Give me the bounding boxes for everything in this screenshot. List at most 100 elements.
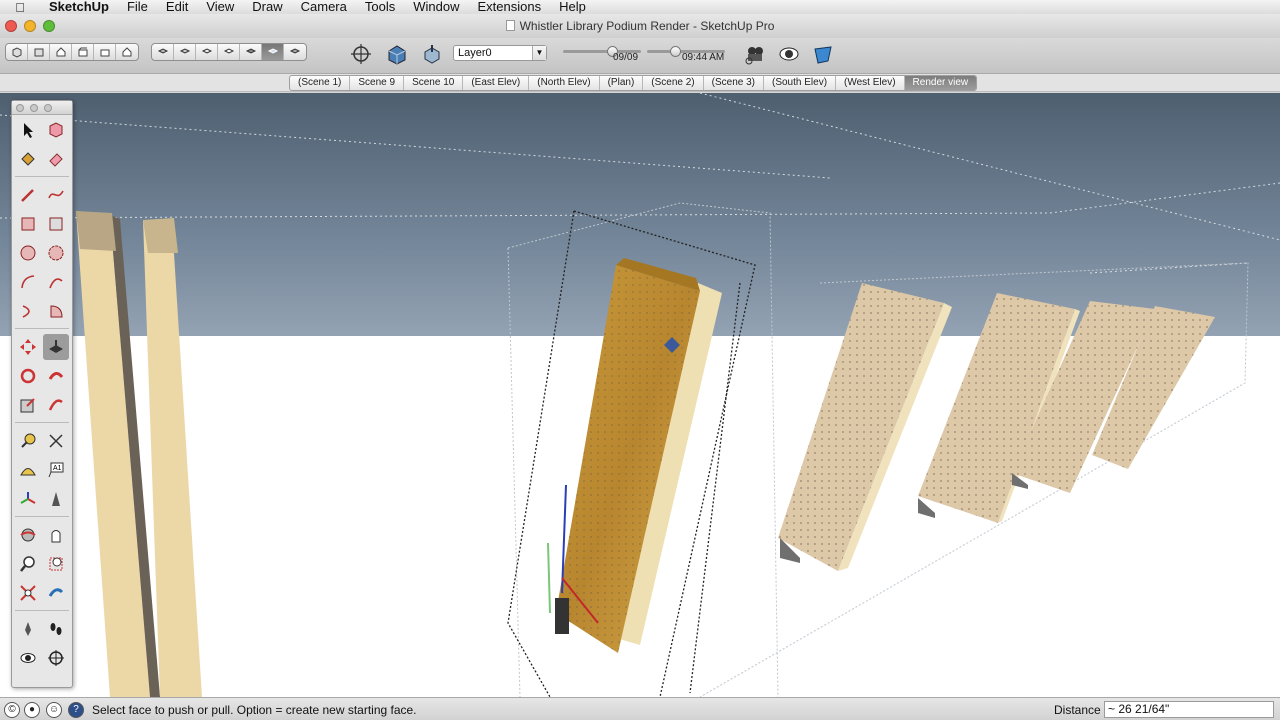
xray-style-button[interactable] <box>152 44 174 60</box>
menu-file[interactable]: File <box>118 0 157 14</box>
monochrome-style-button[interactable] <box>284 44 306 60</box>
pan-icon[interactable] <box>43 522 69 548</box>
tape-measure-icon[interactable] <box>15 428 41 454</box>
axes-icon[interactable] <box>15 486 41 512</box>
scene-tab[interactable]: (Scene 1) <box>290 76 351 90</box>
3d-text-icon[interactable] <box>43 486 69 512</box>
credits-icon[interactable]: ● <box>24 702 40 718</box>
eraser-icon[interactable] <box>43 146 69 172</box>
push-pull-icon[interactable] <box>43 333 69 360</box>
menu-tools[interactable]: Tools <box>356 0 404 14</box>
menu-help[interactable]: Help <box>550 0 595 14</box>
zoom-icon[interactable] <box>15 551 41 577</box>
look-around-icon[interactable] <box>15 645 41 671</box>
menu-camera[interactable]: Camera <box>292 0 356 14</box>
time-slider-knob[interactable] <box>670 46 681 57</box>
top-view-button[interactable] <box>28 44 50 60</box>
podium-panels <box>778 283 1215 571</box>
walk-icon[interactable] <box>43 616 69 642</box>
previous-view-icon[interactable] <box>43 580 69 606</box>
rotate-icon[interactable] <box>15 363 41 389</box>
menu-bar:  SketchUp File Edit View Draw Camera To… <box>0 0 1280 14</box>
arc-icon[interactable] <box>15 269 41 295</box>
3d-warehouse-icon[interactable] <box>385 42 409 66</box>
zoom-window-icon[interactable] <box>43 551 69 577</box>
palette-close-button[interactable] <box>16 104 24 112</box>
scale-icon[interactable] <box>15 392 41 418</box>
menu-edit[interactable]: Edit <box>157 0 197 14</box>
palette-tools: A1 <box>12 115 72 672</box>
dimension-icon[interactable] <box>43 428 69 454</box>
freehand-icon[interactable] <box>43 182 69 208</box>
palette-header <box>12 101 72 115</box>
scene-tab[interactable]: (North Elev) <box>529 76 600 90</box>
scene-tab[interactable]: (Scene 3) <box>704 76 764 90</box>
pie-icon[interactable] <box>43 298 69 324</box>
geo-location-icon[interactable]: © <box>4 702 20 718</box>
apple-menu-icon[interactable]:  <box>0 0 40 14</box>
pencil-line-icon[interactable] <box>15 182 41 208</box>
user-icon[interactable]: ☺ <box>46 702 62 718</box>
document-icon <box>505 20 515 31</box>
position-camera-icon[interactable] <box>15 616 41 642</box>
share-model-icon[interactable] <box>420 42 444 66</box>
measurement-input[interactable]: ~ 26 21/64" <box>1104 701 1274 718</box>
scene-tab[interactable]: (Plan) <box>600 76 644 90</box>
menu-extensions[interactable]: Extensions <box>468 0 550 14</box>
scene-tab[interactable]: (Scene 2) <box>643 76 704 90</box>
tool-palette: A1 <box>11 100 73 688</box>
offset-icon[interactable] <box>43 392 69 418</box>
menu-view[interactable]: View <box>197 0 243 14</box>
menu-window[interactable]: Window <box>404 0 468 14</box>
back-edges-style-button[interactable] <box>174 44 196 60</box>
two-point-arc-icon[interactable] <box>43 269 69 295</box>
model-viewport[interactable] <box>0 93 1280 697</box>
menu-sketchup[interactable]: SketchUp <box>40 0 118 14</box>
select-tool-icon[interactable] <box>15 117 41 143</box>
iso-view-button[interactable] <box>6 44 28 60</box>
shaded-style-button[interactable] <box>240 44 262 60</box>
circle-icon[interactable] <box>15 240 41 266</box>
polygon-icon[interactable] <box>43 240 69 266</box>
orbit-icon[interactable] <box>15 522 41 548</box>
scene-tabs: (Scene 1) Scene 9 Scene 10 (East Elev) (… <box>289 75 978 91</box>
shadow-date-value: 09/09 <box>613 52 639 63</box>
shaded-textures-style-button[interactable] <box>262 44 284 60</box>
protractor-icon[interactable] <box>15 457 41 483</box>
paint-bucket-icon[interactable] <box>15 146 41 172</box>
rotated-rectangle-icon[interactable] <box>43 211 69 237</box>
scene-tab[interactable]: (South Elev) <box>764 76 837 90</box>
scene-tab-active[interactable]: Render view <box>904 76 977 90</box>
left-view-button[interactable] <box>116 44 138 60</box>
follow-me-icon[interactable] <box>43 363 69 389</box>
views-toolbar-group <box>5 43 139 61</box>
wireframe-style-button[interactable] <box>196 44 218 60</box>
help-icon[interactable]: ? <box>68 702 84 718</box>
section-plane-icon[interactable] <box>43 645 69 671</box>
zoom-extents-icon[interactable] <box>15 580 41 606</box>
menu-draw[interactable]: Draw <box>243 0 291 14</box>
front-view-button[interactable] <box>50 44 72 60</box>
hidden-line-style-button[interactable] <box>218 44 240 60</box>
layer-select[interactable]: Layer0 ▼ <box>453 45 547 61</box>
rectangle-icon[interactable] <box>15 211 41 237</box>
component-tool-icon[interactable] <box>43 117 69 143</box>
text-icon[interactable]: A1 <box>43 457 69 483</box>
palette-minimize-button[interactable] <box>30 104 38 112</box>
move-icon[interactable] <box>15 334 41 360</box>
scene-tab[interactable]: (East Elev) <box>463 76 530 90</box>
scene-tab[interactable]: Scene 10 <box>404 76 464 90</box>
three-point-arc-icon[interactable] <box>15 298 41 324</box>
window-title-bar: Whistler Library Podium Render - SketchU… <box>0 14 1280 38</box>
eye-view-icon[interactable] <box>777 42 801 66</box>
target-crosshair-icon[interactable] <box>349 42 373 66</box>
scene-tab[interactable]: (West Elev) <box>836 76 905 90</box>
camera-scenes-icon[interactable] <box>743 42 767 66</box>
section-view-icon[interactable] <box>811 42 835 66</box>
back-view-button[interactable] <box>94 44 116 60</box>
palette-zoom-button[interactable] <box>44 104 52 112</box>
right-view-button[interactable] <box>72 44 94 60</box>
scene-tab[interactable]: Scene 9 <box>350 76 405 90</box>
toolbar: Layer0 ▼ 09/09 09:44 AM <box>0 38 1280 74</box>
model-drawing <box>0 93 1280 697</box>
